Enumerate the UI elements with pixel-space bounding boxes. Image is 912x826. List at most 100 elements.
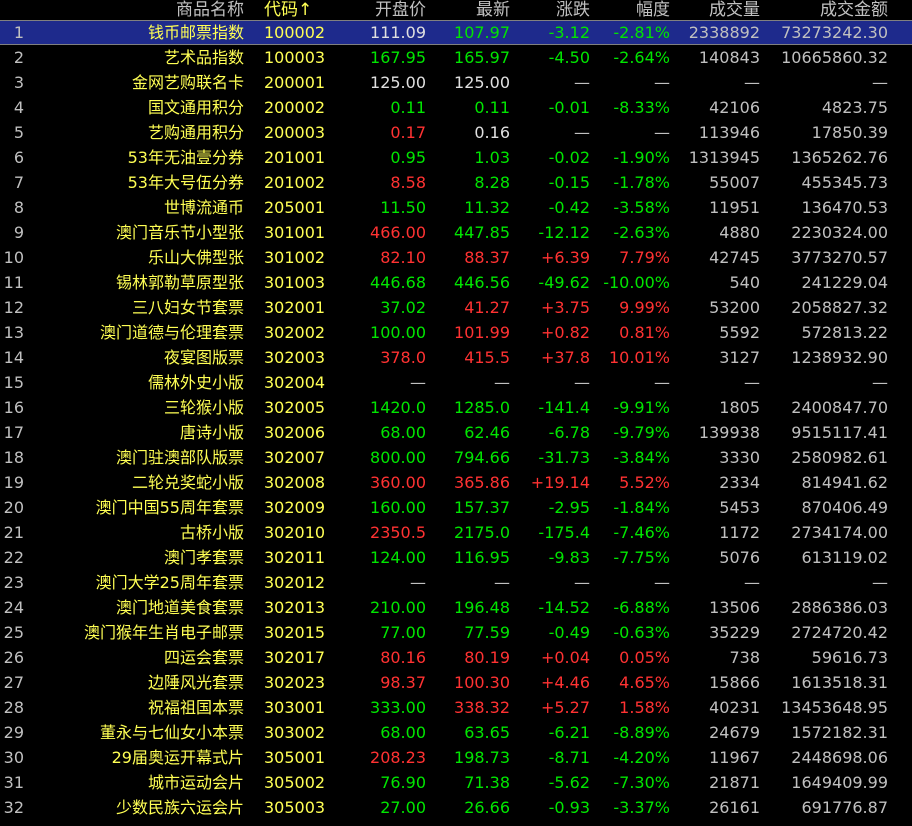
- table-body: 1 钱币邮票指数 100002 111.09 107.97 -3.12 -2.81% 2338…: [0, 20, 912, 820]
- row-name: 祝福祖国本票: [147, 698, 244, 717]
- table-row[interactable]: 30 29届奥运开幕式片 305001 208.23 198.73 -8.71 -4.20%…: [0, 745, 912, 770]
- table-row[interactable]: 3 金网艺购联名卡 200001 125.00 125.00 — — — —: [0, 70, 912, 95]
- header-change[interactable]: 涨跌: [512, 0, 590, 20]
- row-volume: 738: [729, 648, 760, 667]
- row-name: 三八妇女节套票: [131, 298, 244, 317]
- table-row[interactable]: 13 澳门道德与伦理套票 302002 100.00 101.99 +0.82 0.81% 5…: [0, 320, 912, 345]
- row-code: 201002: [264, 173, 326, 192]
- row-code: 305002: [264, 773, 326, 792]
- row-change: -6.78: [548, 423, 590, 442]
- row-index: 9: [13, 223, 24, 242]
- table-row[interactable]: 23 澳门大学25周年套票 302012 — — — — — —: [0, 570, 912, 595]
- row-name: 四运会套票: [163, 648, 244, 667]
- table-row[interactable]: 17 唐诗小版 302006 68.00 62.46 -6.78 -9.79% 139938 9…: [0, 420, 912, 445]
- row-index: 21: [3, 523, 24, 542]
- table-row[interactable]: 8 世博流通币 205001 11.50 11.32 -0.42 -3.58% 11951 13…: [0, 195, 912, 220]
- row-index: 8: [13, 198, 24, 217]
- row-index: 14: [3, 348, 24, 367]
- row-amount: 17850.39: [811, 123, 888, 142]
- row-open: 124.00: [370, 548, 426, 567]
- row-change: —: [574, 73, 590, 92]
- row-volume: 42745: [709, 248, 760, 267]
- row-last: 107.97: [454, 23, 510, 42]
- table-row[interactable]: 15 儒林外史小版 302004 — — — — — —: [0, 370, 912, 395]
- table-row[interactable]: 4 国文通用积分 200002 0.11 0.11 -0.01 -8.33% 42106 482…: [0, 95, 912, 120]
- row-open: —: [410, 373, 426, 392]
- row-code: 200003: [264, 123, 326, 142]
- table-row[interactable]: 29 董永与七仙女小本票 303002 68.00 63.65 -6.21 -8.89% 24…: [0, 720, 912, 745]
- row-name: 澳门孝套票: [163, 548, 244, 567]
- row-open: 446.68: [370, 273, 426, 292]
- row-amount: 2734174.00: [791, 523, 888, 542]
- header-open[interactable]: 开盘价: [330, 0, 426, 20]
- header-last[interactable]: 最新: [428, 0, 510, 20]
- row-last: 8.28: [474, 173, 510, 192]
- header-name[interactable]: 商品名称: [26, 0, 244, 20]
- table-row[interactable]: 7 53年大号伍分券 201002 8.58 8.28 -0.15 -1.78% 55007 4…: [0, 170, 912, 195]
- row-last: 446.56: [454, 273, 510, 292]
- row-name: 城市运动会片: [147, 773, 244, 792]
- table-row[interactable]: 19 二轮兑奖蛇小版 302008 360.00 365.86 +19.14 5.52% 23…: [0, 470, 912, 495]
- row-pct: -7.30%: [613, 773, 670, 792]
- table-row[interactable]: 26 四运会套票 302017 80.16 80.19 +0.04 0.05% 738 5961…: [0, 645, 912, 670]
- table-row[interactable]: 2 艺术品指数 100003 167.95 165.97 -4.50 -2.64% 14084…: [0, 45, 912, 70]
- row-code: 302013: [264, 598, 326, 617]
- row-open: 68.00: [380, 723, 426, 742]
- table-row[interactable]: 28 祝福祖国本票 303001 333.00 338.32 +5.27 1.58% 4023…: [0, 695, 912, 720]
- row-open: 160.00: [370, 498, 426, 517]
- table-row[interactable]: 21 古桥小版 302010 2350.5 2175.0 -175.4 -7.46% 1172…: [0, 520, 912, 545]
- table-row[interactable]: 24 澳门地道美食套票 302013 210.00 196.48 -14.52 -6.88%…: [0, 595, 912, 620]
- table-row[interactable]: 22 澳门孝套票 302011 124.00 116.95 -9.83 -7.75% 5076…: [0, 545, 912, 570]
- table-row[interactable]: 1 钱币邮票指数 100002 111.09 107.97 -3.12 -2.81% 2338…: [0, 20, 912, 45]
- row-open: 210.00: [370, 598, 426, 617]
- row-pct: -6.88%: [613, 598, 670, 617]
- row-last: 794.66: [454, 448, 510, 467]
- table-row[interactable]: 10 乐山大佛型张 301002 82.10 88.37 +6.39 7.79% 42745 3…: [0, 245, 912, 270]
- row-change: -0.93: [548, 798, 590, 817]
- row-amount: 241229.04: [801, 273, 888, 292]
- table-row[interactable]: 11 锡林郭勒草原型张 301003 446.68 446.56 -49.62 -10.00…: [0, 270, 912, 295]
- row-last: 77.59: [464, 623, 510, 642]
- table-row[interactable]: 31 城市运动会片 305002 76.90 71.38 -5.62 -7.30% 21871…: [0, 770, 912, 795]
- row-amount: 870406.49: [801, 498, 888, 517]
- table-row[interactable]: 6 53年无油壹分券 201001 0.95 1.03 -0.02 -1.90% 131394…: [0, 145, 912, 170]
- row-code: 200002: [264, 98, 326, 117]
- row-volume: 5592: [719, 323, 760, 342]
- row-amount: 1649409.99: [791, 773, 888, 792]
- row-pct: -8.33%: [613, 98, 670, 117]
- row-code: 302012: [264, 573, 326, 592]
- table-row[interactable]: 16 三轮猴小版 302005 1420.0 1285.0 -141.4 -9.91% 180…: [0, 395, 912, 420]
- table-row[interactable]: 32 少数民族六运会片 305003 27.00 26.66 -0.93 -3.37% 261…: [0, 795, 912, 820]
- row-code: 301003: [264, 273, 326, 292]
- row-change: -2.95: [548, 498, 590, 517]
- header-volume[interactable]: 成交量: [672, 0, 760, 20]
- table-row[interactable]: 18 澳门驻澳部队版票 302007 800.00 794.66 -31.73 -3.84%…: [0, 445, 912, 470]
- row-volume: 11967: [709, 748, 760, 767]
- row-volume: 5076: [719, 548, 760, 567]
- row-pct: —: [654, 73, 670, 92]
- table-row[interactable]: 9 澳门音乐节小型张 301001 466.00 447.85 -12.12 -2.63% 4…: [0, 220, 912, 245]
- table-row[interactable]: 20 澳门中国55周年套票 302009 160.00 157.37 -2.95 -1.84…: [0, 495, 912, 520]
- quote-table: 商品名称 代码↑ 开盘价 最新 涨跌 幅度 成交量 成交金额 1 钱币邮票指数 10…: [0, 0, 912, 820]
- row-code: 302005: [264, 398, 326, 417]
- table-row[interactable]: 27 边陲风光套票 302023 98.37 100.30 +4.46 4.65% 15866…: [0, 670, 912, 695]
- row-index: 22: [3, 548, 24, 567]
- row-pct: 0.05%: [619, 648, 670, 667]
- header-amount[interactable]: 成交金额: [762, 0, 888, 20]
- table-row[interactable]: 5 艺购通用积分 200003 0.17 0.16 — — 113946 17850.39: [0, 120, 912, 145]
- row-last: 116.95: [454, 548, 510, 567]
- row-volume: 139938: [698, 423, 760, 442]
- row-pct: —: [654, 573, 670, 592]
- table-row[interactable]: 12 三八妇女节套票 302001 37.02 41.27 +3.75 9.99% 53200…: [0, 295, 912, 320]
- table-row[interactable]: 25 澳门猴年生肖电子邮票 302015 77.00 77.59 -0.49 -0.63% 3…: [0, 620, 912, 645]
- row-last: 196.48: [454, 598, 510, 617]
- row-change: —: [574, 373, 590, 392]
- row-volume: 55007: [709, 173, 760, 192]
- table-row[interactable]: 14 夜宴图版票 302003 378.0 415.5 +37.8 10.01% 3127 12…: [0, 345, 912, 370]
- header-pct[interactable]: 幅度: [590, 0, 670, 20]
- row-change: -9.83: [548, 548, 590, 567]
- header-code[interactable]: 代码↑: [264, 0, 334, 20]
- row-volume: 2338892: [688, 23, 760, 42]
- row-open: 208.23: [370, 748, 426, 767]
- row-volume: 1805: [719, 398, 760, 417]
